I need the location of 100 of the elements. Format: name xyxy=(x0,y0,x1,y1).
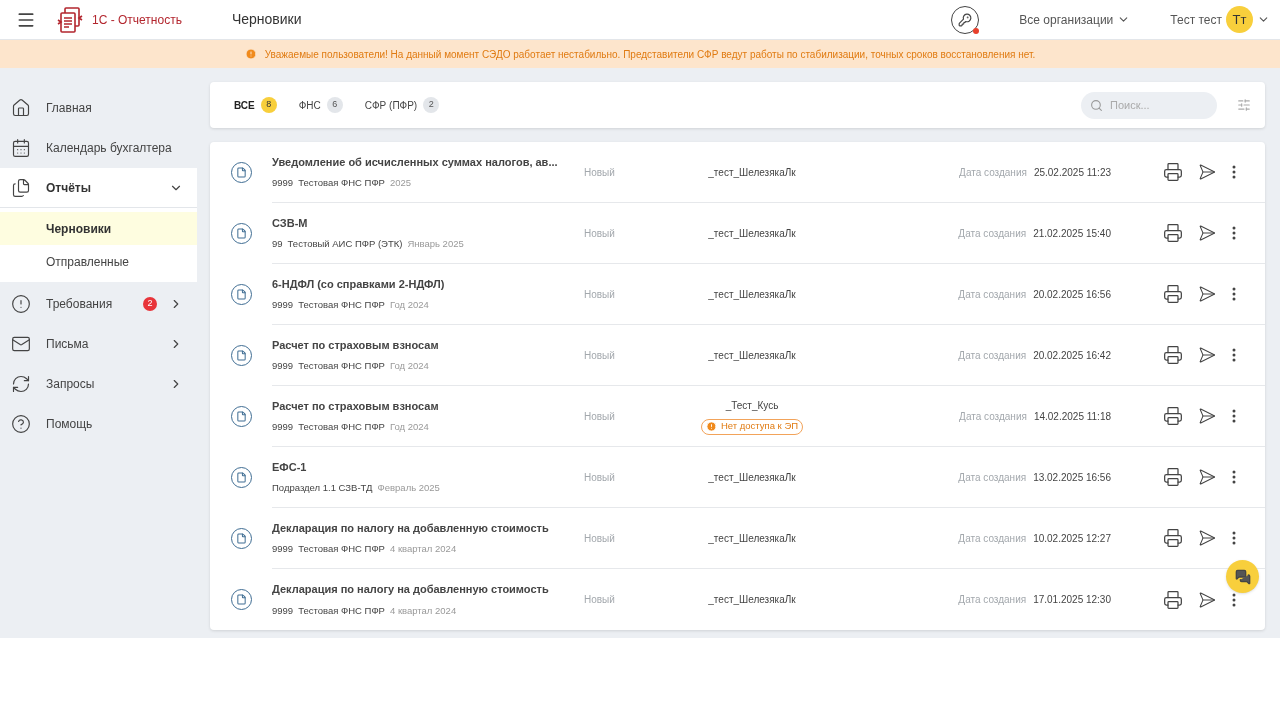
document-row[interactable]: Уведомление об исчисленных суммах налогов, ав... 9999 Тестовая ФНС ПФР 2025 Новый _тест_ШелезякаЛк Дата создания 25.02.2025 11:23 xyxy=(210,142,1265,203)
print-button[interactable] xyxy=(1163,467,1183,487)
date-value: 14.02.2025 11:18 xyxy=(1033,409,1111,424)
sidebar-item[interactable]: Требования 2 xyxy=(0,284,197,324)
owner-name: _тест_ШелезякаЛк xyxy=(708,165,796,180)
date-label: Дата создания xyxy=(958,348,1027,363)
more-icon xyxy=(1232,409,1236,423)
document-period: Год 2024 xyxy=(389,420,429,435)
document-detail: Тестовая ФНС ПФР xyxy=(298,542,385,557)
date-label: Дата создания xyxy=(958,226,1027,241)
printer-icon xyxy=(1163,467,1183,487)
document-detail: 9999 xyxy=(272,603,294,618)
count-badge: 2 xyxy=(143,297,157,311)
owner-name: _тест_ШелезякаЛк xyxy=(708,348,796,363)
print-button[interactable] xyxy=(1163,223,1183,243)
status-text: Новый xyxy=(584,287,616,302)
document-detail: Тестовый АИС ПФР (ЭТК) xyxy=(287,237,403,252)
date-value: 21.02.2025 15:40 xyxy=(1033,226,1111,241)
date-value: 20.02.2025 16:42 xyxy=(1033,348,1111,363)
date-label: Дата создания xyxy=(958,470,1027,485)
sidebar-item[interactable]: Помощь xyxy=(0,404,197,444)
more-icon xyxy=(1232,531,1236,545)
document-period: 2025 xyxy=(389,176,412,191)
filter-tab[interactable]: СФР (ПФР) 2 xyxy=(364,97,440,113)
document-detail: Подраздел 1.1 СЗВ-ТД xyxy=(272,481,373,496)
user-avatar[interactable]: Тт xyxy=(1226,6,1253,33)
logo-icon xyxy=(56,5,84,34)
document-title: Расчет по страховым взносам xyxy=(272,398,440,414)
date-label: Дата создания xyxy=(959,409,1027,424)
owner-name: _тест_ШелезякаЛк xyxy=(708,470,796,485)
alert-icon xyxy=(11,294,31,314)
sidebar-item[interactable]: Календарь бухгалтера xyxy=(0,128,197,168)
document-detail: Тестовая ФНС ПФР xyxy=(298,298,385,313)
document-detail: 9999 xyxy=(272,359,294,374)
sidebar-item[interactable]: Запросы xyxy=(0,364,197,404)
chat-icon xyxy=(1234,568,1251,585)
organization-selector[interactable]: Все организации xyxy=(1019,10,1131,29)
print-button[interactable] xyxy=(1163,284,1183,304)
document-row[interactable]: 6-НДФЛ (со справками 2-НДФЛ) 9999 Тестовая ФНС ПФР Год 2024 Новый _тест_ШелезякаЛк Дата создания 20.02.2025 16:56 xyxy=(210,264,1265,325)
owner-name: _тест_ШелезякаЛк xyxy=(708,287,796,302)
filter-tab[interactable]: ВСЕ 8 xyxy=(234,97,277,113)
date-value: 25.02.2025 11:23 xyxy=(1033,165,1111,180)
sidebar-subitem[interactable]: Черновики xyxy=(0,212,197,245)
print-button[interactable] xyxy=(1163,528,1183,548)
printer-icon xyxy=(1163,345,1183,365)
user-name: Тест тест xyxy=(1170,11,1222,29)
document-title: Расчет по страховым взносам xyxy=(272,337,440,353)
key-icon xyxy=(958,12,973,27)
sidebar-item[interactable]: Отчёты xyxy=(0,168,197,208)
more-icon xyxy=(1232,287,1236,301)
owner-name: _тест_ШелезякаЛк xyxy=(708,593,796,607)
search-icon xyxy=(1090,98,1103,112)
sidebar-subitem[interactable]: Отправленные xyxy=(0,245,197,278)
more-icon xyxy=(1232,226,1236,240)
document-detail: Тестовая ФНС ПФР xyxy=(298,420,385,435)
status-text: Новый xyxy=(584,470,616,485)
print-button[interactable] xyxy=(1163,345,1183,365)
document-detail: 9999 xyxy=(272,542,294,557)
print-button[interactable] xyxy=(1163,162,1183,182)
print-button[interactable] xyxy=(1163,406,1183,426)
more-icon xyxy=(1232,165,1236,179)
sliders-icon xyxy=(1237,98,1251,112)
page-title: Черновики xyxy=(231,10,302,29)
printer-icon xyxy=(1163,589,1183,610)
brand-name: 1С - Отчетность xyxy=(92,11,182,29)
print-button[interactable] xyxy=(1163,589,1183,610)
document-period: Год 2024 xyxy=(389,359,429,374)
owner-name: _тест_ШелезякаЛк xyxy=(708,226,796,241)
document-row[interactable]: Расчет по страховым взносам 9999 Тестовая ФНС ПФР Год 2024 Новый _Тест_Кусь Нет доступа к ЭП Дата создания 14.02.2025 11:18 xyxy=(210,386,1265,447)
owner-name: _тест_ШелезякаЛк xyxy=(708,531,796,546)
document-row[interactable]: ЕФС-1 Подраздел 1.1 СЗВ-ТД Февраль 2025 Новый _тест_ШелезякаЛк Дата создания 13.02.2025 16:56 xyxy=(210,447,1265,508)
document-row[interactable]: Расчет по страховым взносам 9999 Тестовая ФНС ПФР Год 2024 Новый _тест_ШелезякаЛк Дата создания 20.02.2025 16:42 xyxy=(210,325,1265,386)
document-title: Декларация по налогу на добавленную стоимость xyxy=(272,520,550,536)
refresh-icon xyxy=(11,374,31,394)
printer-icon xyxy=(1163,528,1183,548)
document-period: Год 2024 xyxy=(389,298,429,313)
document-title: Уведомление об исчисленных суммах налогов, ав... xyxy=(272,154,559,170)
document-title: 6-НДФЛ (со справками 2-НДФЛ) xyxy=(272,276,446,292)
date-label: Дата создания xyxy=(959,165,1027,180)
sidebar-item[interactable]: Письма xyxy=(0,324,197,364)
printer-icon xyxy=(1163,162,1183,182)
printer-icon xyxy=(1163,406,1183,426)
document-period: Февраль 2025 xyxy=(377,481,440,496)
document-detail: 9999 xyxy=(272,176,294,191)
search-input[interactable]: Поиск... xyxy=(1110,96,1200,114)
date-value: 10.02.2025 12:27 xyxy=(1033,531,1111,546)
help-icon xyxy=(11,414,31,434)
warning-icon xyxy=(244,48,257,60)
date-label: Дата создания xyxy=(958,287,1027,302)
more-icon xyxy=(1232,470,1236,484)
home-icon xyxy=(11,98,31,118)
filter-tab[interactable]: ФНС 6 xyxy=(298,97,343,113)
document-detail: Тестовая ФНС ПФР xyxy=(298,359,385,374)
document-title: ЕФС-1 xyxy=(272,459,308,475)
document-period: Январь 2025 xyxy=(407,237,464,252)
document-period: 4 квартал 2024 xyxy=(389,603,457,618)
search-field[interactable]: Поиск... xyxy=(1081,91,1217,119)
document-title: Декларация по налогу на добавленную стоимость xyxy=(272,582,550,598)
sidebar-item[interactable]: Главная xyxy=(0,88,197,128)
document-row[interactable]: СЗВ-М 99 Тестовый АИС ПФР (ЭТК) Январь 2025 Новый _тест_ШелезякаЛк Дата создания 21.02.2025 15:40 xyxy=(210,203,1265,264)
